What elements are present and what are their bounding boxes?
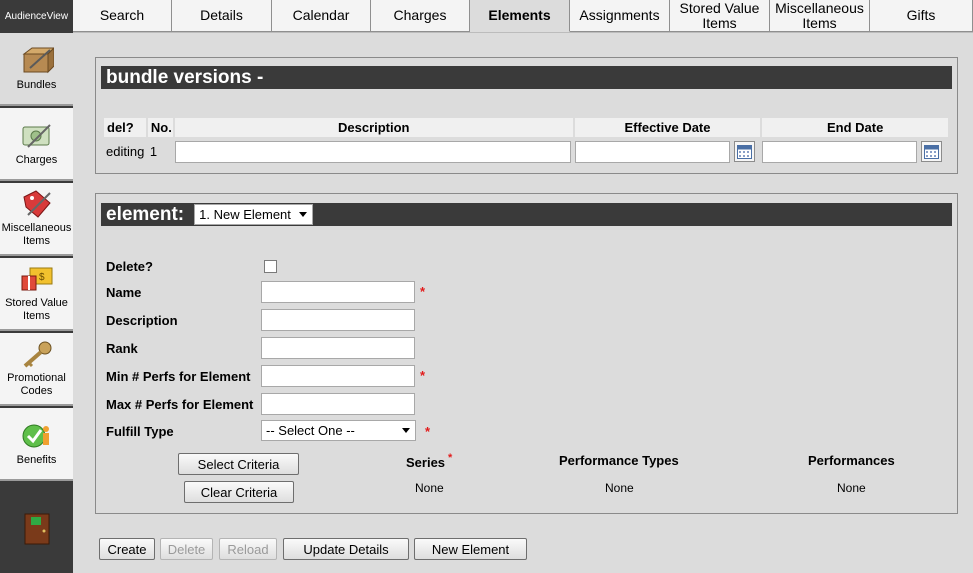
tab-stored-value-items[interactable]: Stored Value Items: [670, 0, 770, 32]
chevron-down-icon: [299, 212, 308, 217]
sidebar-item-promotional-codes[interactable]: Promotional Codes: [0, 333, 73, 406]
end-date-calendar-icon[interactable]: [921, 141, 943, 162]
sidebar-item-label: Charges: [15, 153, 58, 166]
sidebar-item-label: Promotional Codes: [7, 372, 66, 397]
tab-calendar[interactable]: Calendar: [272, 0, 371, 32]
select-criteria-button[interactable]: Select Criteria: [178, 453, 299, 475]
series-header: Series: [406, 455, 446, 470]
reload-button[interactable]: Reload: [219, 538, 277, 560]
col-del: del?: [104, 118, 146, 137]
description-label: Description: [106, 313, 178, 328]
table-header-row: del? No. Description Effective Date End …: [104, 118, 948, 137]
sidebar-item-bundles[interactable]: Bundles: [0, 33, 73, 106]
element-header: element: 1. New Element: [101, 203, 952, 226]
row-number: 1: [149, 144, 158, 159]
table-row: editing 1: [104, 139, 948, 164]
fulfill-type-select[interactable]: -- Select One --: [261, 420, 416, 441]
effective-date-input[interactable]: [574, 140, 730, 163]
element-select-value: 1. New Element: [199, 207, 291, 222]
benefits-person-icon: [20, 421, 54, 451]
max-perfs-label: Max # Perfs for Element: [106, 397, 254, 412]
col-end-date: End Date: [762, 118, 948, 137]
name-input[interactable]: [261, 281, 415, 303]
sidebar-item-stored-value-items[interactable]: $ Stored Value Items: [0, 258, 73, 331]
performances-value: None: [837, 481, 866, 495]
fulfill-type-required-mark: *: [425, 424, 431, 439]
effective-date-calendar-icon[interactable]: [733, 141, 755, 162]
sidebar-item-label: Miscellaneous Items: [1, 222, 72, 247]
sidebar-item-miscellaneous-items[interactable]: Miscellaneous Items: [0, 183, 73, 256]
performances-header: Performances: [808, 453, 895, 468]
sidebar: Bundles Charges Miscellaneous Items $ St…: [0, 33, 73, 573]
col-description: Description: [174, 118, 573, 137]
element-description-input[interactable]: [261, 309, 415, 331]
fulfill-type-select-value: -- Select One --: [266, 423, 355, 438]
name-required-mark: *: [420, 284, 426, 299]
delete-label: Delete?: [106, 259, 153, 274]
new-element-button[interactable]: New Element: [414, 538, 527, 560]
tab-search[interactable]: Search: [73, 0, 172, 32]
main-tabs: Search Details Calendar Charges Elements…: [73, 0, 973, 33]
row-del-status: editing: [106, 144, 145, 159]
tab-assignments[interactable]: Assignments: [570, 0, 670, 32]
max-perfs-input[interactable]: [261, 393, 415, 415]
sidebar-item-benefits[interactable]: Benefits: [0, 408, 73, 481]
charges-icon: [20, 121, 54, 151]
bundle-versions-table: del? No. Description Effective Date End …: [102, 116, 950, 166]
version-description-input[interactable]: [174, 140, 571, 163]
clear-criteria-button[interactable]: Clear Criteria: [184, 481, 294, 503]
delete-button[interactable]: Delete: [160, 538, 213, 560]
element-select[interactable]: 1. New Element: [194, 204, 314, 225]
sidebar-item-charges[interactable]: Charges: [0, 108, 73, 181]
series-value: None: [415, 481, 444, 495]
svg-text:$: $: [39, 272, 45, 283]
tab-miscellaneous-items[interactable]: Miscellaneous Items: [770, 0, 870, 32]
misc-tag-icon: [20, 189, 54, 219]
name-label: Name: [106, 285, 142, 300]
fulfill-type-label: Fulfill Type: [106, 424, 174, 439]
chevron-down-icon: [402, 428, 410, 433]
min-perfs-required-mark: *: [420, 368, 426, 383]
sidebar-item-label: Bundles: [16, 78, 57, 91]
col-no: No.: [147, 118, 173, 137]
delete-checkbox[interactable]: [264, 260, 277, 273]
min-perfs-input[interactable]: [261, 365, 415, 387]
col-effective-date: Effective Date: [574, 118, 761, 137]
exit-door-icon[interactable]: [24, 513, 50, 545]
sidebar-item-label: Stored Value Items: [5, 297, 68, 322]
tab-gifts[interactable]: Gifts: [870, 0, 973, 32]
create-button[interactable]: Create: [99, 538, 155, 560]
element-title: element:: [106, 203, 185, 225]
tab-elements[interactable]: Elements: [470, 0, 570, 32]
rank-label: Rank: [106, 341, 138, 356]
rank-input[interactable]: [261, 337, 415, 359]
tab-details[interactable]: Details: [172, 0, 272, 32]
gift-card-icon: $: [20, 264, 54, 294]
key-icon: [20, 339, 54, 369]
end-date-input[interactable]: [762, 140, 918, 163]
min-perfs-label: Min # Perfs for Element: [106, 369, 251, 384]
bundle-versions-title: bundle versions -: [101, 66, 952, 89]
performance-types-header: Performance Types: [559, 453, 679, 468]
tab-charges[interactable]: Charges: [371, 0, 470, 32]
update-details-button[interactable]: Update Details: [283, 538, 409, 560]
series-required-mark: *: [448, 452, 453, 464]
app-brand: AudienceView: [0, 0, 73, 33]
sidebar-item-label: Benefits: [16, 453, 57, 466]
bundle-box-icon: [20, 46, 54, 76]
performance-types-value: None: [605, 481, 634, 495]
